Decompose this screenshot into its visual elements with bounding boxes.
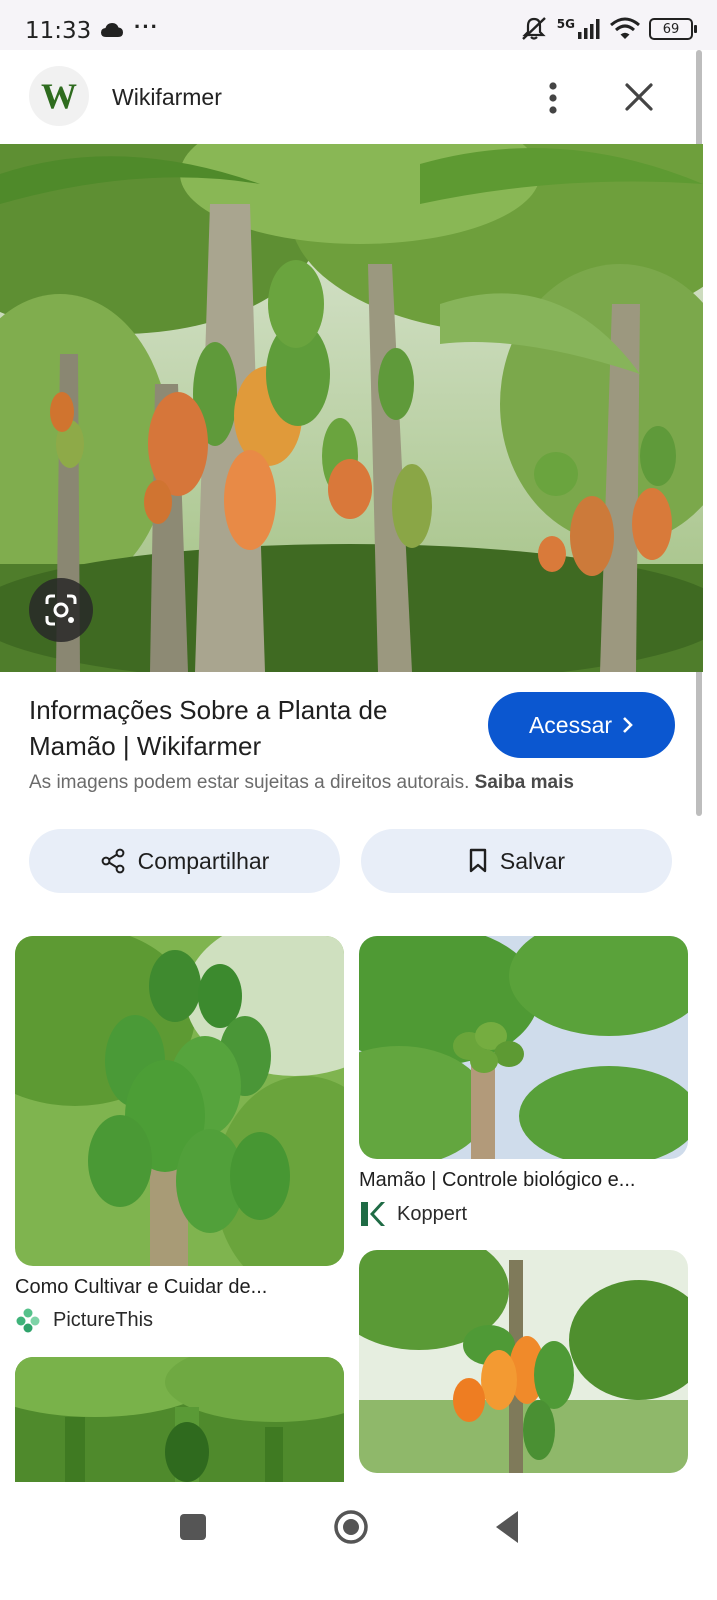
lens-icon — [45, 594, 77, 626]
more-dots-icon: ··· — [134, 14, 159, 39]
save-button[interactable]: Salvar — [361, 829, 672, 893]
learn-more-link[interactable]: Saiba mais — [475, 772, 574, 793]
related-source-name-2: Koppert — [397, 1202, 468, 1225]
more-vert-icon[interactable] — [543, 78, 563, 118]
signal-icon — [578, 19, 600, 39]
battery-level: 69 — [662, 21, 680, 37]
related-image-2[interactable] — [359, 936, 688, 1159]
picturethis-logo-icon — [16, 1308, 40, 1333]
main-image[interactable] — [0, 144, 703, 672]
papaya-ripe-image — [359, 1250, 688, 1473]
status-bar: 11:33 ··· 5G 69 — [0, 0, 717, 50]
google-lens-button[interactable] — [29, 578, 93, 642]
related-source-2[interactable]: Koppert — [359, 1200, 467, 1228]
back-button[interactable] — [494, 1509, 520, 1545]
home-button[interactable] — [333, 1509, 369, 1545]
network-type: 5G — [556, 17, 575, 31]
papaya-tree-sky-image — [359, 936, 688, 1159]
status-time: 11:33 — [25, 18, 92, 44]
share-button[interactable]: Compartilhar — [29, 829, 340, 893]
logo-letter: W — [41, 76, 77, 116]
recents-button[interactable] — [180, 1514, 206, 1540]
visit-label: Acessar — [528, 711, 613, 738]
related-title-1[interactable]: Como Cultivar e Cuidar de... — [15, 1276, 267, 1299]
site-name[interactable]: Wikifarmer — [112, 84, 222, 111]
related-image-4[interactable] — [359, 1250, 688, 1473]
save-label: Salvar — [499, 847, 566, 874]
system-nav-bar — [0, 1482, 717, 1600]
site-header: W Wikifarmer — [0, 50, 703, 144]
related-title-2[interactable]: Mamão | Controle biológico e... — [359, 1169, 635, 1192]
wifi-icon — [610, 17, 640, 39]
cloud-icon — [101, 23, 123, 37]
battery-indicator: 69 — [649, 18, 697, 40]
papaya-cluster-image — [15, 936, 344, 1266]
koppert-logo-icon — [361, 1202, 385, 1226]
papaya-plantation-image — [15, 1357, 344, 1482]
share-label: Compartilhar — [137, 847, 270, 874]
share-icon — [101, 848, 125, 874]
status-icons: 5G 69 — [519, 16, 697, 42]
site-logo[interactable]: W — [29, 66, 89, 126]
related-source-1[interactable]: PictureThis — [15, 1307, 153, 1333]
close-icon[interactable] — [622, 80, 656, 114]
chevron-right-icon — [623, 717, 633, 733]
papaya-trees-image — [0, 144, 703, 672]
copyright-notice: As imagens podem estar sujeitas a direit… — [29, 772, 574, 794]
related-image-3[interactable] — [15, 1357, 344, 1482]
mute-bell-icon — [521, 17, 546, 40]
bookmark-icon — [469, 848, 487, 873]
result-title[interactable]: Informações Sobre a Planta de Mamão | Wi… — [29, 692, 469, 764]
copyright-text: As imagens podem estar sujeitas a direit… — [29, 772, 470, 793]
visit-button[interactable]: Acessar — [488, 692, 675, 758]
related-source-name-1: PictureThis — [53, 1308, 154, 1331]
related-image-1[interactable] — [15, 936, 344, 1266]
